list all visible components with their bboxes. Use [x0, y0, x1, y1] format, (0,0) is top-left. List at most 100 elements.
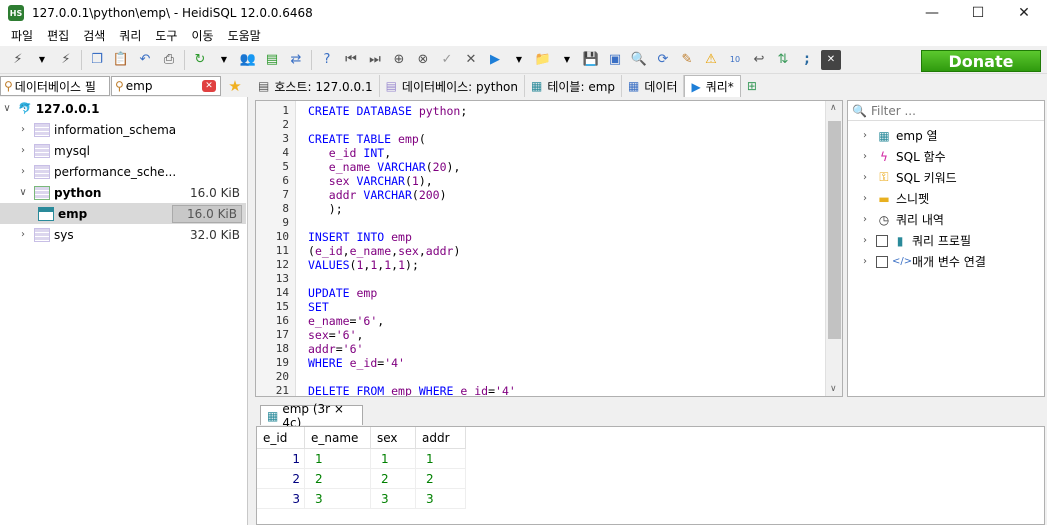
helper-item-snippets[interactable]: › ▬ 스니펫 — [858, 188, 929, 209]
table-cell[interactable]: 2 — [305, 469, 371, 489]
connect-icon[interactable]: ⚡ — [8, 50, 28, 70]
chevron-right-icon[interactable]: › — [858, 172, 872, 183]
table-cell[interactable]: 1 — [416, 449, 466, 469]
undo-icon[interactable]: ↶ — [135, 50, 155, 70]
bind-params-checkbox[interactable] — [876, 255, 888, 268]
editor-scrollbar[interactable]: ∧ ∨ — [825, 101, 842, 396]
code-line[interactable]: WHERE e_id='4' — [308, 356, 405, 370]
user-manager-icon[interactable]: 👥 — [238, 50, 258, 70]
save-snippet-icon[interactable]: ▣ — [605, 50, 625, 70]
first-record-icon[interactable]: ⏮ — [341, 50, 361, 70]
chevron-right-icon[interactable]: › — [16, 124, 30, 135]
code-line[interactable]: UPDATE emp — [308, 286, 377, 300]
code-line[interactable]: e_id INT, — [308, 146, 391, 160]
table-cell[interactable]: 1 — [257, 449, 305, 469]
semicolon-icon[interactable]: ; — [797, 50, 817, 70]
sync-icon[interactable]: ⇅ — [773, 50, 793, 70]
code-line[interactable]: CREATE TABLE emp( — [308, 132, 426, 146]
sql-editor[interactable]: 1 2 3 4 5 6 7 8 9 10 11 12 13 14 15 16 17 18 19 20 21 CREATE… — [255, 100, 843, 397]
column-header[interactable]: sex — [371, 427, 416, 449]
helper-item-query-history[interactable]: › ◷ 쿼리 내역 — [858, 209, 944, 230]
table-cell[interactable]: 2 — [257, 469, 305, 489]
menu-edit[interactable]: 편집 — [40, 26, 76, 46]
clear-filter-icon[interactable]: ✕ — [202, 80, 216, 92]
favorite-star-icon[interactable]: ★ — [225, 76, 245, 96]
maximize-button[interactable]: ☐ — [955, 0, 1001, 26]
binary-icon[interactable]: 10 — [725, 50, 745, 70]
table-filter-input[interactable]: ⚲ emp ✕ — [111, 76, 221, 96]
chevron-right-icon[interactable]: › — [858, 193, 872, 204]
table-cell[interactable]: 1 — [371, 449, 416, 469]
tree-item-mysql[interactable]: › mysql — [0, 140, 246, 161]
code-line[interactable]: e_name='6', — [308, 314, 384, 328]
minimize-button[interactable]: — — [909, 0, 955, 26]
menu-goto[interactable]: 이동 — [184, 26, 220, 46]
code-line[interactable]: sex='6', — [308, 328, 363, 342]
tab-database[interactable]: ▤ 데이터베이스: python — [379, 75, 525, 97]
new-query-tab-button[interactable]: ⊞ — [740, 75, 768, 97]
query-profile-checkbox[interactable] — [876, 234, 888, 247]
donate-button[interactable]: Donate — [921, 50, 1041, 72]
cancel-icon[interactable]: ✕ — [461, 50, 481, 70]
tab-host[interactable]: ▤ 호스트: 127.0.0.1 — [252, 75, 380, 97]
helper-item-sql-keywords[interactable]: › ⚿ SQL 키워드 — [858, 167, 957, 188]
tree-item-python[interactable]: ∨ python 16.0 KiB — [0, 182, 246, 203]
menu-tools[interactable]: 도구 — [148, 26, 184, 46]
copy-icon[interactable]: ❐ — [87, 50, 107, 70]
dropdown-arrow-icon[interactable]: ▼ — [214, 50, 234, 70]
close-tab-icon[interactable]: ✕ — [821, 49, 841, 70]
column-header[interactable]: e_name — [305, 427, 371, 449]
code-line[interactable]: INSERT INTO emp — [308, 230, 412, 244]
chevron-right-icon[interactable]: › — [16, 229, 30, 240]
helper-item-columns[interactable]: › ▦ emp 열 — [858, 125, 938, 146]
code-line[interactable]: VALUES(1,1,1,1); — [308, 258, 419, 272]
close-window-button[interactable]: ✕ — [1001, 0, 1047, 26]
scroll-up-icon[interactable]: ∧ — [830, 103, 837, 113]
chevron-right-icon[interactable]: › — [16, 145, 30, 156]
dropdown-arrow-icon[interactable]: ▼ — [32, 50, 52, 70]
chevron-down-icon[interactable]: ∨ — [16, 187, 30, 198]
chevron-right-icon[interactable]: › — [858, 256, 872, 267]
menu-query[interactable]: 쿼리 — [112, 26, 148, 46]
column-header[interactable]: e_id — [257, 427, 305, 449]
chevron-right-icon[interactable]: › — [16, 166, 30, 177]
menu-file[interactable]: 파일 — [4, 26, 40, 46]
post-icon[interactable]: ✓ — [437, 50, 457, 70]
warning-icon[interactable]: ⚠ — [701, 50, 721, 70]
table-cell[interactable]: 3 — [416, 489, 466, 509]
menu-help[interactable]: 도움말 — [221, 26, 268, 46]
code-line[interactable]: e_name VARCHAR(20), — [308, 160, 461, 174]
column-header[interactable]: addr — [416, 427, 466, 449]
table-cell[interactable]: 3 — [305, 489, 371, 509]
code-line[interactable]: addr VARCHAR(200) — [308, 188, 447, 202]
helper-item-bind-params[interactable]: › </> 매개 변수 연결 — [858, 251, 986, 272]
tree-item-sys[interactable]: › sys 32.0 KiB — [0, 224, 246, 245]
chevron-right-icon[interactable]: › — [858, 214, 872, 225]
paste-icon[interactable]: 📋 — [111, 50, 131, 70]
dropdown-arrow-icon[interactable]: ▼ — [557, 50, 577, 70]
help-icon[interactable]: ? — [317, 50, 337, 70]
print-icon[interactable]: ⎙ — [159, 50, 179, 70]
code-line[interactable]: SET — [308, 300, 329, 314]
insert-row-icon[interactable]: ⊕ — [389, 50, 409, 70]
table-cell[interactable]: 1 — [305, 449, 371, 469]
wrap-icon[interactable]: ↩ — [749, 50, 769, 70]
tree-item-information-schema[interactable]: › information_schema — [0, 119, 246, 140]
scroll-down-icon[interactable]: ∨ — [830, 384, 837, 394]
helper-item-sql-functions[interactable]: › ϟ SQL 함수 — [858, 146, 946, 167]
table-cell[interactable]: 2 — [416, 469, 466, 489]
code-line[interactable]: sex VARCHAR(1), — [308, 174, 433, 188]
delete-row-icon[interactable]: ⊗ — [413, 50, 433, 70]
result-tab[interactable]: ▦ emp (3r × 4c) — [260, 402, 363, 430]
tree-item-host[interactable]: ∨ 🐬 127.0.0.1 — [0, 98, 246, 119]
disconnect-icon[interactable]: ⚡ — [56, 50, 76, 70]
save-icon[interactable]: 💾 — [581, 50, 601, 70]
find-icon[interactable]: 🔍 — [629, 50, 649, 70]
last-record-icon[interactable]: ⏭ — [365, 50, 385, 70]
chevron-right-icon[interactable]: › — [858, 130, 872, 141]
code-line[interactable]: (e_id,e_name,sex,addr) — [308, 244, 460, 258]
replace-icon[interactable]: ⟳ — [653, 50, 673, 70]
transfer-icon[interactable]: ⇄ — [286, 50, 306, 70]
chevron-down-icon[interactable]: ∨ — [0, 103, 14, 114]
clear-icon[interactable]: ✎ — [677, 50, 697, 70]
